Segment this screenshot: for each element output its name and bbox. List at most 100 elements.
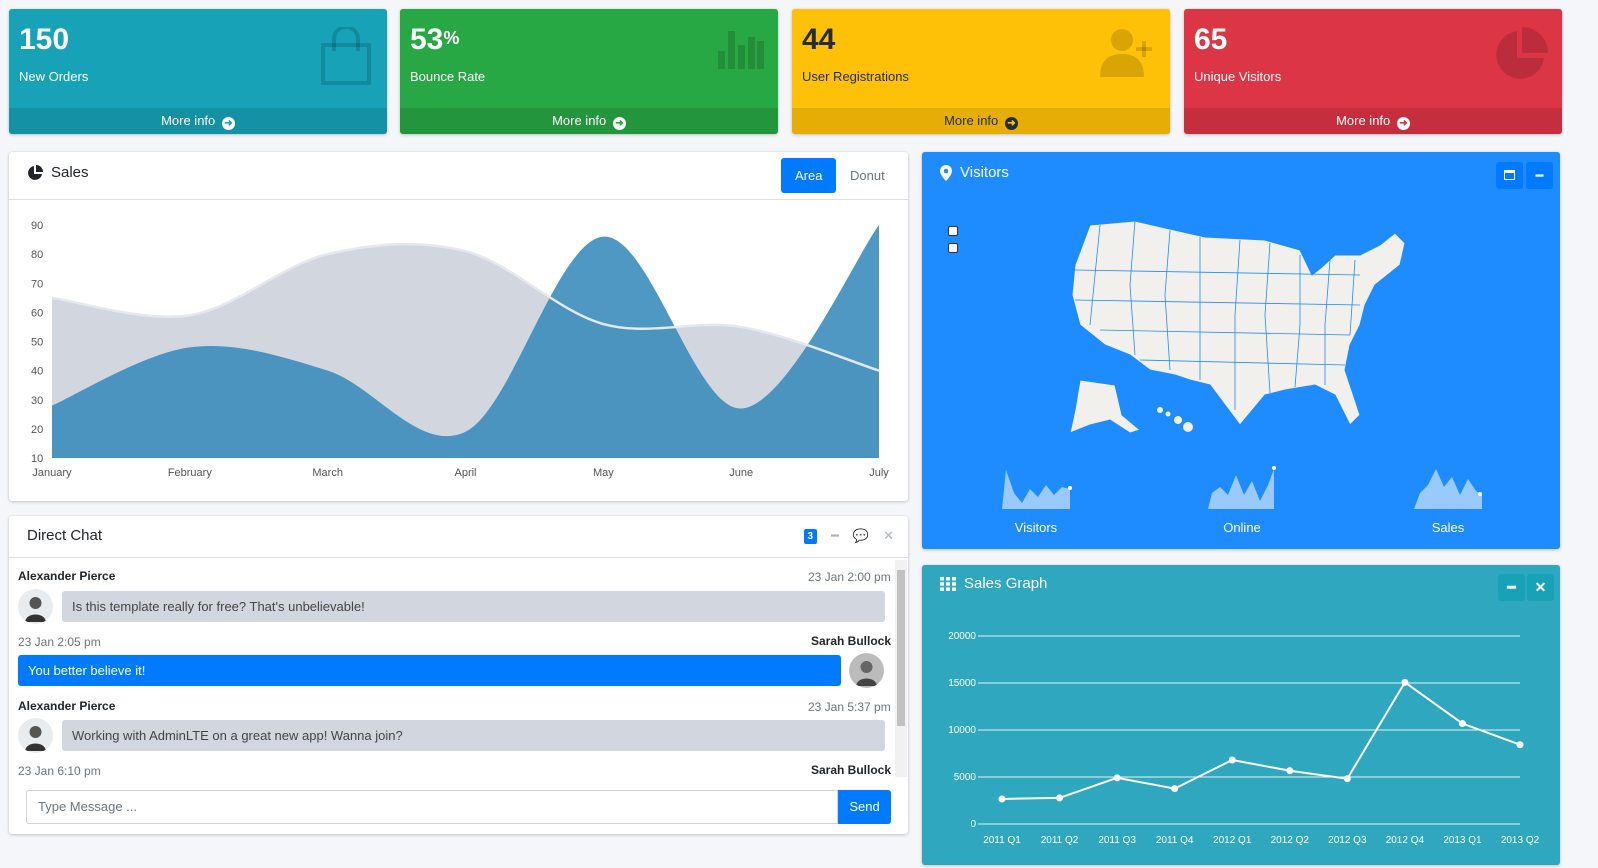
- data-point: [1228, 756, 1236, 764]
- x-tick-label: 2011 Q1: [983, 835, 1021, 846]
- sales-line: [1001, 680, 1521, 800]
- y-tick-label: 0: [970, 819, 976, 830]
- sparkline-online: [1208, 466, 1276, 509]
- sparkline-visitors: [1002, 470, 1072, 509]
- card-header: Sales Graph: [922, 565, 1560, 613]
- x-tick-label: July: [869, 467, 889, 479]
- chart-pie-icon: [28, 164, 43, 180]
- card-title: Sales: [27, 164, 89, 181]
- data-point: [1113, 774, 1121, 782]
- sparkline-label: Visitors: [1014, 520, 1058, 535]
- contacts-icon[interactable]: 💬: [853, 528, 869, 544]
- collapse-button[interactable]: ━: [1498, 574, 1525, 601]
- usa-map: [1069, 220, 1406, 434]
- x-tick-label: March: [312, 467, 343, 479]
- calendar-button[interactable]: [1496, 162, 1523, 189]
- messages-scrollbar[interactable]: [895, 560, 907, 777]
- data-point: [1171, 785, 1179, 793]
- msg-time: 23 Jan 5:37 pm: [808, 700, 891, 714]
- stat-box-bounce-rate: 53% Bounce Rate More info ➜: [400, 9, 778, 134]
- y-tick-label: 5000: [954, 772, 977, 783]
- x-tick-label: 2011 Q3: [1098, 835, 1136, 846]
- x-tick-label: 2012 Q1: [1213, 835, 1252, 846]
- x-tick-label: 2013 Q1: [1443, 835, 1482, 846]
- x-tick-label: 2012 Q2: [1271, 835, 1310, 846]
- send-button[interactable]: Send: [838, 790, 891, 824]
- data-point: [998, 795, 1006, 803]
- alaska: [1069, 379, 1142, 434]
- shopping-bag-icon: [319, 25, 373, 90]
- stat-box-user-registrations: 44 User Registrations More info ➜: [792, 9, 1170, 134]
- msg-author: Alexander Pierce: [18, 569, 116, 583]
- usa-mainland: [1071, 220, 1406, 426]
- chat-bubble: Working with AdminLTE on a great new app…: [62, 720, 885, 751]
- avatar: [18, 589, 53, 624]
- x-tick-label: April: [454, 467, 476, 479]
- y-tick-label: 30: [31, 395, 43, 407]
- msg-time: 23 Jan 2:05 pm: [18, 635, 101, 649]
- scrollbar-thumb[interactable]: [897, 570, 905, 726]
- visitors-title: Visitors: [960, 164, 1009, 181]
- data-point: [1056, 794, 1064, 802]
- message-count-badge: 3: [803, 528, 818, 544]
- zoom-in-button[interactable]: [948, 226, 958, 236]
- map-marker-icon: [940, 164, 952, 181]
- sales-area-chart: 10 20 30 40 50 60 70 80 90 January February March Ap…: [31, 220, 889, 479]
- more-info-link[interactable]: More info ➜: [400, 108, 778, 134]
- arrow-right-icon: ➜: [612, 117, 626, 130]
- sales-card: Sales 10 20 30 40 50 60 70 80 90 January February M…: [9, 152, 908, 501]
- x-tick-label: 2013 Q2: [1501, 835, 1540, 846]
- x-tick-label: 2012 Q3: [1328, 835, 1367, 846]
- y-tick-label: 10: [31, 453, 43, 465]
- msg-author: Sarah Bullock: [811, 763, 892, 777]
- message-input[interactable]: Type Message ...: [26, 790, 838, 824]
- more-info-link[interactable]: More info ➜: [9, 108, 387, 134]
- y-tick-label: 40: [31, 366, 43, 378]
- sparkline-label: Online: [1223, 520, 1261, 535]
- more-info-link[interactable]: More info ➜: [792, 108, 1170, 134]
- tab-donut[interactable]: Donut: [836, 158, 899, 193]
- close-button[interactable]: ✕: [1527, 574, 1554, 601]
- card-tools: 3 ━ 💬 ✕: [803, 528, 894, 544]
- tab-area[interactable]: Area: [781, 158, 837, 193]
- arrow-right-icon: ➜: [1396, 117, 1410, 130]
- x-tick-label: January: [32, 467, 72, 479]
- arrow-right-icon: ➜: [1004, 117, 1018, 130]
- x-tick-label: February: [168, 467, 213, 479]
- y-tick-label: 20000: [948, 631, 976, 642]
- sales-line-chart: 0 5000 10000 15000 20000 2011 Q1 2011 Q2 2011 Q…: [948, 631, 1540, 846]
- close-icon[interactable]: ✕: [883, 528, 894, 544]
- avatar: [18, 718, 53, 753]
- msg-time: 23 Jan 6:10 pm: [18, 764, 101, 778]
- data-point: [1458, 720, 1466, 728]
- collapse-button[interactable]: ━: [1526, 162, 1553, 189]
- more-info-link[interactable]: More info ➜: [1184, 108, 1562, 134]
- x-tick-label: June: [729, 467, 753, 479]
- zoom-out-button[interactable]: [948, 243, 958, 253]
- y-tick-label: 15000: [948, 678, 976, 689]
- arrow-right-icon: ➜: [221, 117, 235, 130]
- avatar: [849, 653, 884, 688]
- bar-chart-icon: [718, 27, 764, 74]
- msg-author: Sarah Bullock: [811, 634, 892, 648]
- y-tick-label: 60: [31, 307, 43, 319]
- card-title: Direct Chat: [27, 527, 103, 544]
- y-tick-label: 20: [31, 424, 43, 436]
- card-header: Visitors: [922, 152, 1560, 200]
- y-tick-label: 50: [31, 337, 43, 349]
- message-mask: [10, 779, 907, 789]
- data-point: [1286, 767, 1294, 775]
- sales-graph-title: Sales Graph: [964, 575, 1048, 592]
- chat-bubble: You better believe it!: [18, 655, 841, 686]
- x-tick-label: 2011 Q2: [1041, 835, 1079, 846]
- collapse-button[interactable]: ━: [831, 528, 839, 544]
- card-header: Direct Chat 3 ━ 💬 ✕: [9, 516, 908, 558]
- sparkline-sales: [1414, 469, 1482, 509]
- y-tick-label: 70: [31, 278, 43, 290]
- x-tick-label: May: [593, 467, 614, 479]
- y-tick-label: 10000: [948, 725, 976, 736]
- stat-box-new-orders: 150 New Orders More info ➜: [9, 9, 387, 134]
- data-point: [1516, 741, 1524, 749]
- stat-value: 53%: [410, 23, 460, 56]
- msg-time: 23 Jan 2:00 pm: [808, 570, 891, 584]
